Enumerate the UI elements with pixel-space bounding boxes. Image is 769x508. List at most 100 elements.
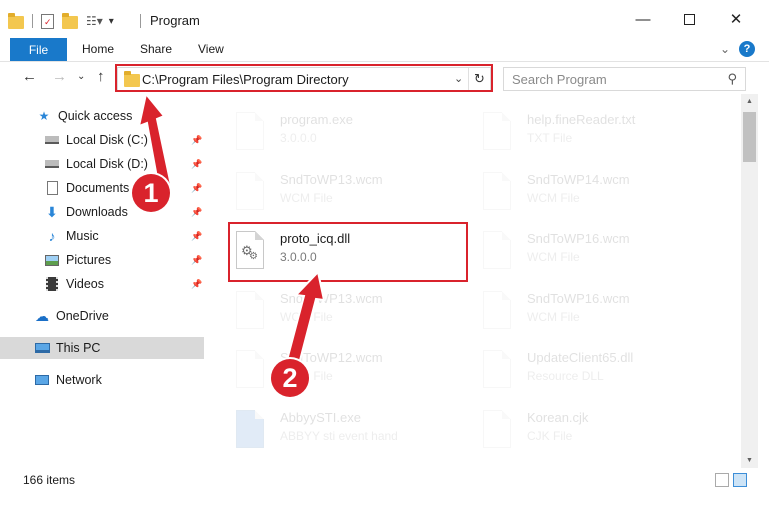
music-icon: ♪	[48, 228, 56, 244]
file-type: ABBYY sti event hand	[280, 429, 398, 443]
tab-file[interactable]: File	[10, 38, 67, 61]
address-bar[interactable]: C:\Program Files\Program Directory ⌄ ↻	[117, 67, 491, 91]
file-item[interactable]: UpdateClient65.dll Resource DLL	[479, 344, 719, 400]
file-icon	[232, 348, 268, 392]
maximize-button[interactable]	[666, 0, 712, 38]
address-path[interactable]: C:\Program Files\Program Directory	[142, 72, 349, 87]
title-divider	[140, 14, 141, 28]
callout-badge-2: 2	[271, 359, 309, 397]
details-view-icon[interactable]	[715, 473, 729, 487]
pin-icon[interactable]: 📌	[191, 231, 202, 242]
file-item-proto-icq[interactable]: ⚙ ⚙ proto_icq.dll 3.0.0.0	[232, 225, 472, 281]
scrollbar-thumb[interactable]	[743, 112, 756, 162]
folder-icon	[8, 13, 24, 29]
close-icon: ✕	[729, 11, 743, 28]
scroll-up-icon[interactable]: ▲	[741, 94, 758, 109]
new-folder-icon[interactable]	[62, 13, 78, 29]
sidebar-item-videos[interactable]: Videos 📌	[0, 273, 204, 295]
scroll-down-icon[interactable]: ▼	[741, 453, 758, 468]
file-type: Resource DLL	[527, 369, 604, 383]
gear-icon: ⚙	[249, 251, 258, 262]
sidebar-item-this-pc[interactable]: This PC	[0, 337, 204, 359]
file-list: program.exe 3.0.0.0 SndToWP13.wcm WCM Fi…	[205, 94, 741, 460]
recent-locations-icon[interactable]: ⌄	[77, 71, 85, 82]
up-arrow-icon[interactable]: ↑	[97, 68, 105, 85]
file-item[interactable]: Korean.cjk CJK File	[479, 404, 719, 460]
search-input[interactable]: Search Program	[512, 72, 607, 87]
file-item[interactable]: program.exe 3.0.0.0	[232, 106, 472, 162]
customize-toolbar-icon[interactable]: ☷▾	[86, 14, 103, 28]
tab-share[interactable]: Share	[140, 42, 172, 56]
sidebar-item-onedrive[interactable]: ☁ OneDrive	[0, 305, 204, 327]
minimize-icon: —	[635, 10, 651, 28]
forward-arrow-icon[interactable]: →	[52, 68, 67, 85]
tab-home[interactable]: Home	[82, 42, 114, 56]
address-dropdown-icon[interactable]: ⌄	[454, 72, 463, 85]
file-item[interactable]: help.fineReader.txt TXT File	[479, 106, 719, 162]
sidebar-item-network[interactable]: Network	[0, 369, 204, 391]
file-name: SndToWP16.wcm	[527, 231, 630, 246]
minimize-button[interactable]: —	[620, 0, 666, 38]
file-name: SndToWP14.wcm	[527, 172, 630, 187]
file-name: SndToWP13.wcm	[280, 172, 383, 187]
sidebar-item-local-disk-c[interactable]: Local Disk (C:) 📌	[0, 129, 204, 151]
pin-icon[interactable]: 📌	[191, 207, 202, 218]
pin-icon[interactable]: 📌	[191, 135, 202, 146]
back-arrow-icon[interactable]: ←	[22, 68, 37, 85]
download-icon: ⬇	[46, 203, 58, 220]
sidebar-item-local-disk-d[interactable]: Local Disk (D:) 📌	[0, 153, 204, 175]
sidebar-item-label: Local Disk (D:)	[66, 157, 148, 171]
exe-file-icon	[232, 408, 268, 452]
sidebar-item-music[interactable]: ♪ Music 📌	[0, 225, 204, 247]
network-icon	[34, 372, 50, 388]
large-icons-view-icon[interactable]	[733, 473, 747, 487]
file-type: 3.0.0.0	[280, 250, 317, 264]
file-name: UpdateClient65.dll	[527, 350, 634, 365]
sidebar-item-label: Network	[56, 373, 102, 387]
file-type: WCM File	[527, 191, 580, 205]
tab-view[interactable]: View	[198, 42, 224, 56]
file-item[interactable]: SndToWP13.wcm WCM File	[232, 166, 472, 222]
sidebar-item-label: Pictures	[66, 253, 112, 267]
file-item[interactable]: SndToWP13.wcm WCM File	[232, 285, 472, 341]
file-name: proto_icq.dll	[280, 231, 351, 246]
ribbon-expand-icon[interactable]: ⌄	[720, 42, 730, 56]
refresh-button[interactable]: ↻	[468, 68, 490, 90]
address-row: ← → ⌄ ↑ C:\Program Files\Program Directo…	[0, 62, 769, 94]
sidebar-item-label: Documents	[66, 181, 130, 195]
star-icon: ★	[38, 109, 50, 123]
file-type: WCM File	[280, 191, 333, 205]
help-button[interactable]: ?	[739, 41, 755, 57]
properties-icon[interactable]: ✓	[41, 13, 54, 29]
search-box[interactable]: Search Program ⚲	[503, 67, 746, 91]
file-item[interactable]: SndToWP16.wcm WCM File	[479, 285, 719, 341]
documents-icon	[44, 180, 60, 196]
item-count: 166 items	[23, 473, 76, 487]
pin-icon[interactable]: 📌	[191, 159, 202, 170]
navigation-pane: ★ Quick access Local Disk (C:) 📌 Local D…	[0, 100, 205, 460]
status-bar: 166 items	[0, 468, 769, 492]
sidebar-item-quick-access[interactable]: ★ Quick access	[0, 105, 204, 127]
pin-icon[interactable]: 📌	[191, 183, 202, 194]
sidebar-item-pictures[interactable]: Pictures 📌	[0, 249, 204, 271]
quick-access-toolbar: ✓ ☷▾ ▾	[8, 10, 114, 32]
sidebar-item-downloads[interactable]: ⬇ Downloads 📌	[0, 201, 204, 223]
qat-dropdown-icon[interactable]: ▾	[109, 16, 114, 27]
file-icon	[479, 408, 515, 452]
sidebar-item-label: Videos	[66, 277, 104, 291]
maximize-icon	[683, 13, 695, 25]
file-icon	[232, 289, 268, 333]
vertical-scrollbar[interactable]: ▲ ▼	[741, 94, 758, 468]
close-button[interactable]: ✕	[713, 0, 759, 38]
pictures-icon	[44, 252, 60, 268]
pin-icon[interactable]: 📌	[191, 255, 202, 266]
sidebar-item-documents[interactable]: Documents 📌	[0, 177, 204, 199]
file-item[interactable]: AbbyySTI.exe ABBYY sti event hand	[232, 404, 472, 460]
sidebar-item-label: OneDrive	[56, 309, 109, 323]
file-item[interactable]: SndToWP14.wcm WCM File	[479, 166, 719, 222]
file-icon	[479, 170, 515, 214]
file-item[interactable]: SndToWP16.wcm WCM File	[479, 225, 719, 281]
file-item[interactable]: SndToWP12.wcm WCM File	[232, 344, 472, 400]
search-icon: ⚲	[727, 71, 737, 86]
pin-icon[interactable]: 📌	[191, 279, 202, 290]
